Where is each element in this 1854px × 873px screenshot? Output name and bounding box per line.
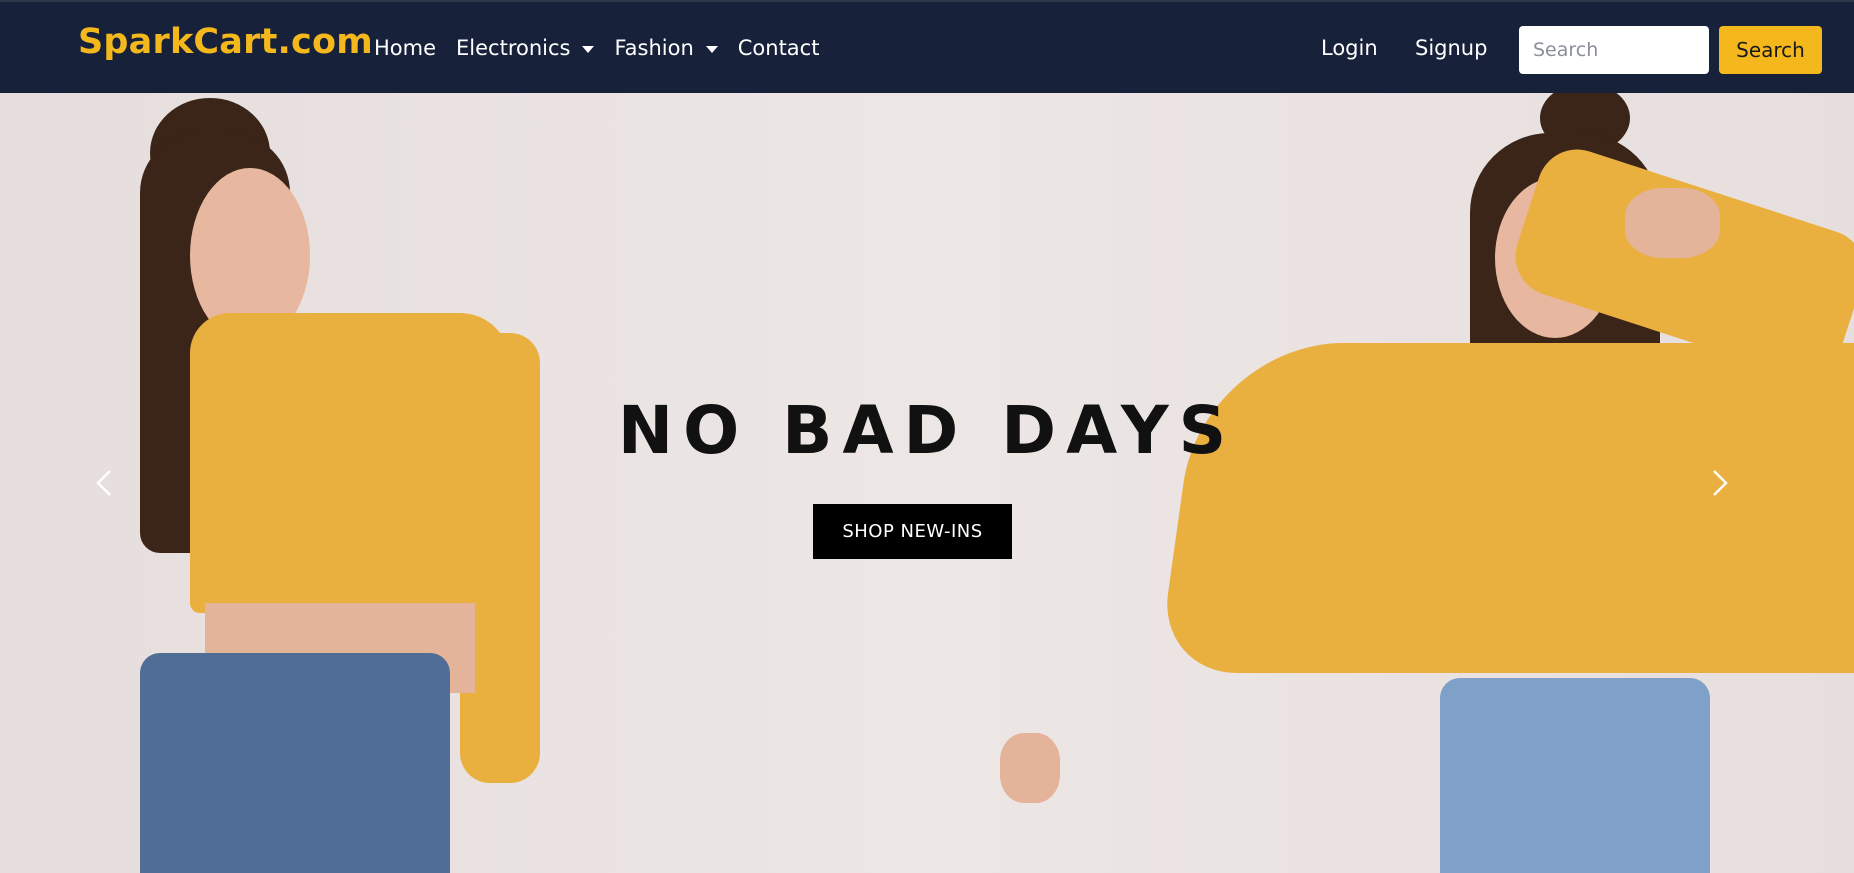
search-input[interactable] [1519,26,1709,74]
nav-electronics-label: Electronics [456,36,571,60]
signup-link[interactable]: Signup [1415,36,1487,60]
nav-fashion-dropdown[interactable]: Fashion [614,36,718,60]
search-button[interactable]: Search [1719,26,1822,74]
caret-down-icon [705,45,718,53]
navbar: SparkCart.com Home Electronics Fashion C… [0,0,1854,93]
caret-down-icon [582,45,595,53]
nav-electronics-dropdown[interactable]: Electronics [456,36,595,60]
carousel-prev-button[interactable] [90,455,120,511]
shop-new-ins-button[interactable]: SHOP NEW-INS [813,504,1012,559]
carousel-next-button[interactable] [1704,455,1734,511]
nav-fashion-label: Fashion [614,36,694,60]
nav-home[interactable]: Home [374,36,436,60]
hero-carousel: NO BAD DAYS SHOP NEW-INS [0,93,1854,873]
login-link[interactable]: Login [1321,36,1378,60]
nav-links: Home Electronics Fashion Contact [374,36,819,60]
chevron-right-icon [1713,470,1728,496]
chevron-left-icon [96,470,111,496]
hero-headline: NO BAD DAYS [617,392,1237,469]
nav-contact[interactable]: Contact [738,36,820,60]
nav-contact-label: Contact [737,36,820,60]
nav-home-label: Home [374,36,437,60]
brand-logo[interactable]: SparkCart.com [78,22,373,62]
